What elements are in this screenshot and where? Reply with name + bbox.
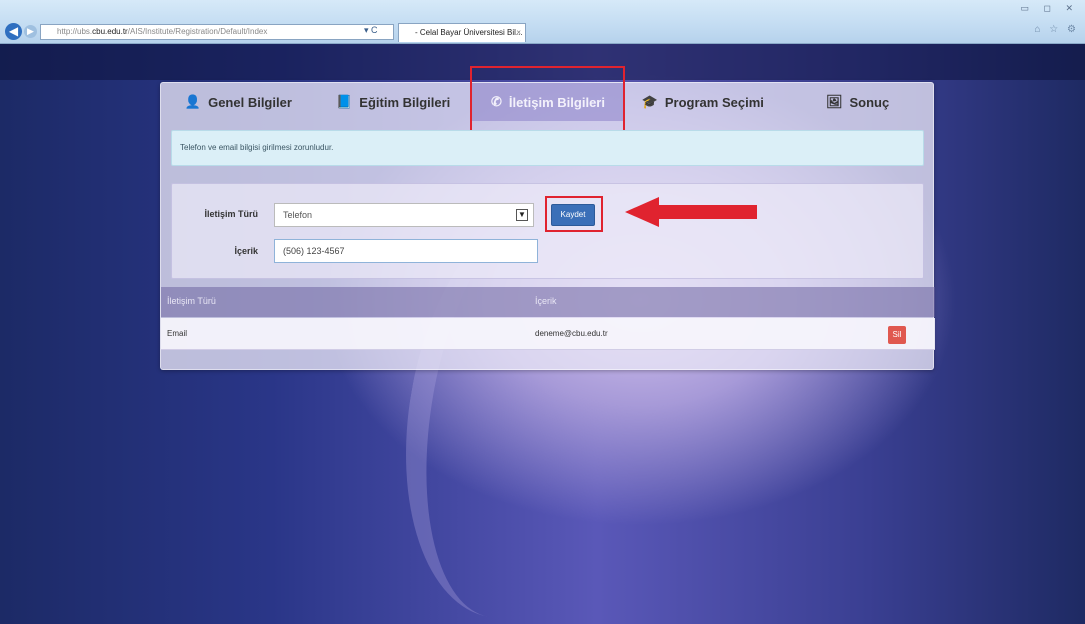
tab-highlight-box (470, 66, 625, 136)
red-arrow-icon (625, 197, 757, 227)
toolbar-icons[interactable]: ⌂ ☆ ⚙ (1034, 24, 1079, 35)
forward-arrow-icon[interactable]: ▶ (24, 25, 37, 38)
window-controls[interactable]: ▭ ◻ ✕ (1020, 3, 1079, 14)
content-input[interactable]: (506) 123-4567 (274, 239, 538, 263)
column-header-type: İletişim Türü (167, 296, 216, 306)
contact-form: İletişim Türü Telefon ▼ İçerik (506) 123… (171, 183, 924, 279)
browser-chrome: ◀ ▶ http://ubs.cbu.edu.tr/AIS/Institute/… (0, 0, 1085, 44)
book-icon: 📘 (336, 94, 353, 109)
tab-genel-bilgiler[interactable]: 👤 Genel Bilgiler (161, 83, 316, 121)
contact-type-select[interactable]: Telefon ▼ (274, 203, 534, 227)
save-highlight-box (545, 196, 603, 232)
url-domain: cbu.edu.tr (92, 27, 128, 36)
table-row: Email deneme@cbu.edu.tr Sil (161, 318, 935, 350)
chevron-down-icon[interactable]: ▼ (516, 209, 528, 221)
tab-label: Program Seçimi (664, 94, 764, 110)
delete-button[interactable]: Sil (888, 326, 906, 344)
picture-icon: 🖼 (825, 94, 843, 109)
contact-type-label: İletişim Türü (204, 209, 258, 219)
tab-label: Eğitim Bilgileri (359, 94, 451, 110)
table-header: İletişim Türü İçerik (161, 287, 935, 317)
tab-close-icon[interactable]: × (516, 24, 521, 42)
tab-egitim-bilgileri[interactable]: 📘 Eğitim Bilgileri (316, 83, 471, 121)
back-arrow-icon[interactable]: ◀ (5, 23, 22, 40)
content-label: İçerik (234, 246, 258, 256)
tab-sonuc[interactable]: 🖼 Sonuç (780, 83, 935, 121)
refresh-icon[interactable]: ▾ C (364, 25, 378, 36)
info-alert: Telefon ve email bilgisi girilmesi zorun… (171, 130, 924, 166)
user-icon: 👤 (184, 94, 202, 109)
address-bar[interactable]: http://ubs.cbu.edu.tr/AIS/Institute/Regi… (40, 24, 394, 40)
browser-tab[interactable]: - Celal Bayar Üniversitesi Bil... × (398, 23, 526, 42)
graduation-cap-icon: 🎓 (641, 94, 658, 109)
contact-type-value: Telefon (283, 210, 313, 220)
tab-label: Sonuç (849, 94, 890, 110)
row-content: deneme@cbu.edu.tr (535, 329, 608, 338)
column-header-content: İçerik (535, 296, 557, 306)
browser-tab-title: - Celal Bayar Üniversitesi Bil... (415, 28, 523, 37)
registration-panel: 👤 Genel Bilgiler 📘 Eğitim Bilgileri ✆ İl… (160, 66, 935, 370)
tab-label: Genel Bilgiler (208, 94, 292, 110)
row-type: Email (167, 329, 188, 338)
tab-program-secimi[interactable]: 🎓 Program Seçimi (625, 83, 780, 121)
url-prefix: http://ubs. (57, 27, 93, 36)
url-path: /AIS/Institute/Registration/Default/Inde… (127, 27, 268, 36)
